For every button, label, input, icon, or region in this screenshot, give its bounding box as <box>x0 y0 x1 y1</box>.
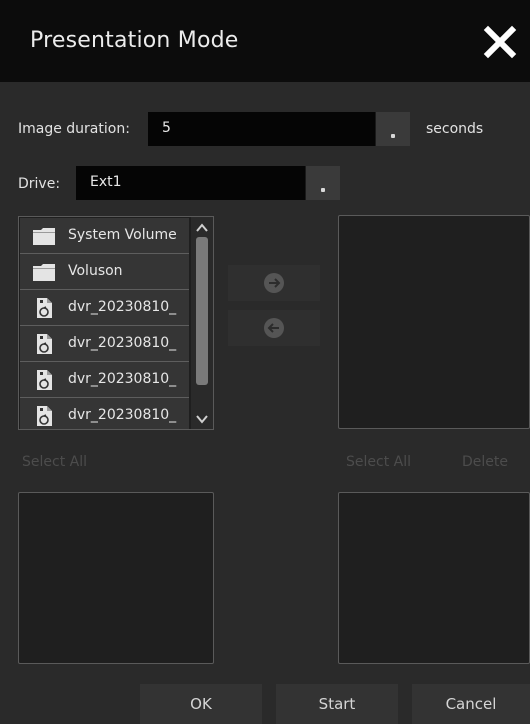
start-button[interactable]: Start <box>276 684 398 724</box>
cancel-button[interactable]: Cancel <box>412 684 530 724</box>
chevron-down-icon[interactable] <box>375 112 410 146</box>
arrow-left-icon <box>267 323 279 333</box>
source-list-scrollbar[interactable] <box>191 217 213 429</box>
seconds-unit-label: seconds <box>426 121 484 137</box>
source-select-all-button[interactable]: Select All <box>22 454 87 470</box>
close-button[interactable] <box>480 22 520 62</box>
video-file-icon <box>32 297 56 319</box>
playlist-delete-button[interactable]: Delete <box>462 454 508 470</box>
ok-button[interactable]: OK <box>140 684 262 724</box>
source-file-list[interactable]: System Volume Voluson dvr_20230810_ dvr_… <box>18 216 214 430</box>
list-item[interactable]: dvr_20230810_ <box>20 326 189 362</box>
scrollbar-thumb[interactable] <box>196 237 208 385</box>
title-bar: Presentation Mode <box>0 0 530 82</box>
video-file-icon <box>32 369 56 391</box>
dialog-title: Presentation Mode <box>30 28 239 53</box>
playlist-select-all-button[interactable]: Select All <box>346 454 411 470</box>
chevron-down-icon[interactable] <box>195 411 209 425</box>
presentation-mode-dialog: Presentation Mode Image duration: 5 seco… <box>0 0 530 724</box>
remove-from-playlist-button[interactable] <box>228 310 320 346</box>
image-duration-value: 5 <box>162 120 171 136</box>
chevron-up-icon[interactable] <box>195 220 209 234</box>
add-to-playlist-button[interactable] <box>228 265 320 301</box>
playlist-preview-panel <box>338 492 530 664</box>
close-x-icon <box>483 25 517 59</box>
list-item-label: dvr_20230810_ <box>68 335 177 351</box>
list-item-label: dvr_20230810_ <box>68 407 177 423</box>
video-file-icon <box>32 333 56 355</box>
list-item-label: System Volume <box>68 227 177 243</box>
chevron-down-icon[interactable] <box>305 166 340 200</box>
drive-dropdown[interactable]: Ext1 <box>76 166 340 200</box>
source-preview-panel <box>18 492 214 664</box>
list-item-label: Voluson <box>68 263 123 279</box>
list-item[interactable]: dvr_20230810_ <box>20 362 189 398</box>
playlist-panel[interactable] <box>338 215 530 429</box>
image-duration-label: Image duration: <box>18 121 130 137</box>
list-item-label: dvr_20230810_ <box>68 371 177 387</box>
folder-icon <box>32 261 56 283</box>
list-item[interactable]: dvr_20230810_ <box>20 290 189 326</box>
video-file-icon <box>32 405 56 427</box>
folder-icon <box>32 225 56 247</box>
image-duration-dropdown[interactable]: 5 <box>148 112 410 146</box>
list-item-label: dvr_20230810_ <box>68 299 177 315</box>
list-item[interactable]: System Volume <box>20 218 189 254</box>
list-item[interactable]: dvr_20230810_ <box>20 398 189 429</box>
drive-value: Ext1 <box>90 174 122 190</box>
drive-label: Drive: <box>18 176 61 192</box>
list-item[interactable]: Voluson <box>20 254 189 290</box>
arrow-right-icon <box>269 278 281 288</box>
